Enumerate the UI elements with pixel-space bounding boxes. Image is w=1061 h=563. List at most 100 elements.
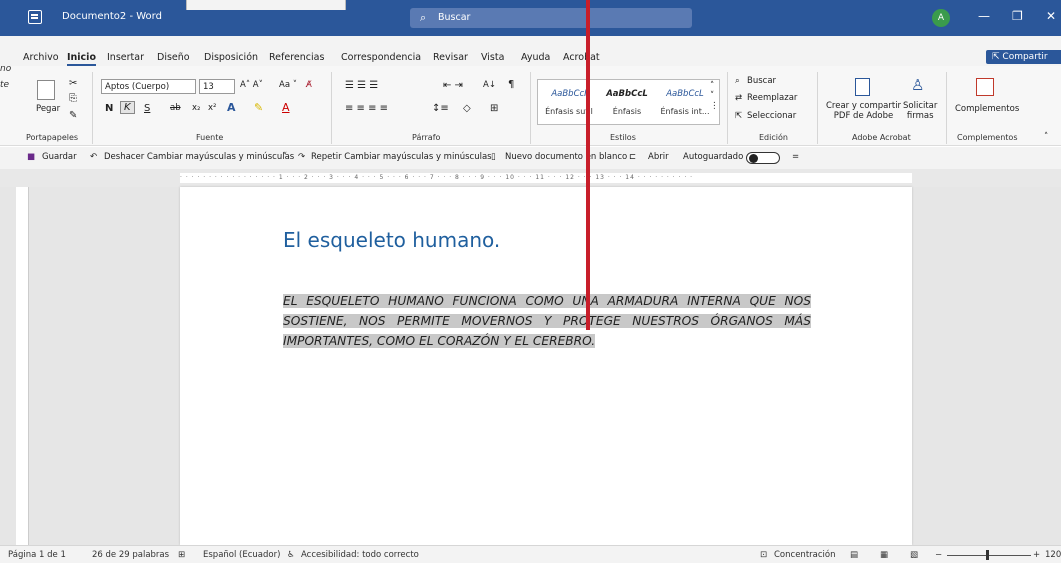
document-paragraph[interactable]: EL ESQUELETO HUMANO FUNCIONA COMO UNA AR… [283,291,811,351]
tab-correspondencia[interactable]: Correspondencia [341,52,421,63]
paste-icon [37,80,55,100]
font-color-icon[interactable]: A [282,101,290,114]
change-case-icon[interactable]: Aa ˅ [279,80,297,90]
borders-icon[interactable]: ⊞ [490,103,498,114]
clipboard-group-label: Portapapeles [26,133,79,142]
document-title: Documento2 - Word [62,11,162,22]
redo-icon: ↷ [298,152,306,162]
accessibility-status[interactable]: Accesibilidad: todo correcto [301,550,419,560]
word-icon [28,10,42,24]
bold-icon[interactable]: N [105,103,113,114]
subscript-icon[interactable]: x₂ [192,103,200,113]
vertical-ruler[interactable] [16,187,29,545]
ribbon: Pegar ✂ ⎘ ✎ Portapapeles Aptos (Cuerpo) … [0,66,1061,146]
font-group-label: Fuente [196,133,224,142]
tab-archivo[interactable]: Archivo [23,52,59,63]
web-layout-icon[interactable]: ▧ [910,550,918,560]
ribbon-tabs: Archivo Inicio Insertar Diseño Disposici… [0,36,1061,66]
format-painter-icon[interactable]: ✎ [69,110,77,121]
select-label: Seleccionar [747,111,797,121]
undo-label: Deshacer Cambiar mayúsculas y minúsculas [104,152,295,162]
tab-revisar[interactable]: Revisar [433,52,468,63]
autosave-toggle[interactable] [746,152,780,164]
share-button[interactable]: ⇱ Compartir [986,50,1061,64]
tab-acrobat[interactable]: Acrobat [563,52,600,63]
search-box[interactable]: ⌕ Buscar [410,8,692,28]
cut-icon[interactable]: ✂ [69,78,77,89]
indent-icon[interactable]: ⇤ ⇥ [443,80,463,91]
document-page[interactable]: El esqueleto humano. EL ESQUELETO HUMANO… [180,187,912,545]
avatar[interactable]: A [932,9,950,27]
new-document-icon: ▯ [491,152,496,162]
zoom-level[interactable]: 120 [1045,550,1061,560]
italic-icon[interactable]: K [120,101,135,114]
open-icon: ⊏ [629,152,637,162]
text-effects-icon[interactable]: A [227,101,236,114]
font-size-combo[interactable]: 13 [199,79,235,94]
print-layout-icon[interactable]: ▦ [880,550,888,560]
tab-ayuda[interactable]: Ayuda [521,52,550,63]
tab-vista[interactable]: Vista [481,52,504,63]
highlight-icon[interactable]: ✎ [254,101,263,114]
tab-diseno[interactable]: Diseño [157,52,190,63]
styles-scroll-icon[interactable]: ˄ ˅ ⋮ [710,81,719,111]
collapse-ribbon-icon[interactable]: ˄ [1044,132,1048,142]
zoom-slider-thumb[interactable] [986,550,989,560]
font-size-value: 13 [203,82,214,92]
tab-disposicion[interactable]: Disposición [204,52,258,63]
strikethrough-icon[interactable]: ab [170,103,181,113]
redo-label: Repetir Cambiar mayúsculas y minúsculas [311,152,492,162]
share-label: Compartir [1002,52,1048,62]
customize-qat-icon[interactable]: = [792,152,799,162]
tab-insertar[interactable]: Insertar [107,52,144,63]
addins-group-label: Complementos [957,133,1018,142]
status-bar: Página 1 de 1 26 de 29 palabras ⊞ Españo… [0,545,1061,563]
acrobat-group-label: Adobe Acrobat [852,133,911,142]
replace-label: Reemplazar [747,93,798,103]
bullets-icon[interactable]: ☰ ☰ ☰ [345,80,378,91]
document-heading[interactable]: El esqueleto humano. [283,228,500,252]
read-mode-icon[interactable]: ▤ [850,550,858,560]
underline-icon[interactable]: S [144,103,150,114]
style-enfasis-intenso[interactable]: AaBbCcL Énfasis int... [656,84,714,122]
tab-inicio[interactable]: Inicio [67,52,96,66]
group-divider [92,72,93,144]
language-status[interactable]: Español (Ecuador) [203,550,280,560]
paragraph-group-label: Párrafo [412,133,441,142]
title-bar: Documento2 - Word ⌕ Buscar A — ❐ ✕ [0,0,1061,36]
save-icon: ■ [27,152,36,162]
page-count[interactable]: Página 1 de 1 [8,550,66,560]
sort-icon[interactable]: A↓ [483,80,496,90]
style-enfasis[interactable]: AaBbCcL Énfasis [598,84,656,122]
grow-font-icon[interactable]: A˄ A˅ [240,80,263,90]
background-text-fragment: no [0,64,12,74]
group-divider [817,72,818,144]
close-button[interactable]: ✕ [1046,9,1056,23]
focus-mode-button[interactable]: Concentración [774,550,835,560]
align-icon[interactable]: ≡ ≡ ≡ ≡ [345,103,388,114]
superscript-icon[interactable]: x² [208,103,216,113]
font-name-combo[interactable]: Aptos (Cuerpo) [101,79,196,94]
shading-icon[interactable]: ◇ [463,103,471,114]
tab-referencias[interactable]: Referencias [269,52,324,63]
clear-format-icon[interactable]: A̸ [306,80,312,90]
proofing-icon[interactable]: ⊞ [178,550,185,560]
find-label: Buscar [747,76,777,86]
pdf-icon [855,78,870,96]
zoom-in-icon[interactable]: + [1033,550,1040,560]
line-spacing-icon[interactable]: ↕≡ [432,103,449,114]
horizontal-ruler[interactable]: · · · · · · · · · · · · · · · · · 1 · · … [0,169,1061,187]
copy-icon[interactable]: ⎘ [69,93,77,104]
zoom-slider[interactable] [947,555,1031,556]
minimize-button[interactable]: — [978,9,990,23]
selected-text[interactable]: EL ESQUELETO HUMANO FUNCIONA COMO UNA AR… [283,294,811,348]
autosave-label: Autoguardado [683,152,744,162]
word-count[interactable]: 26 de 29 palabras [92,550,169,560]
restore-button[interactable]: ❐ [1012,9,1023,23]
create-pdf-label: Crear y compartir PDF de Adobe [826,101,902,121]
show-marks-icon[interactable]: ¶ [508,79,514,90]
zoom-out-icon[interactable]: − [935,550,942,560]
style-name: Énfasis int... [660,107,710,116]
styles-gallery: AaBbCcI Énfasis sutil AaBbCcL Énfasis Aa… [537,79,720,125]
undo-dropdown-icon[interactable]: ˅ [283,152,287,162]
